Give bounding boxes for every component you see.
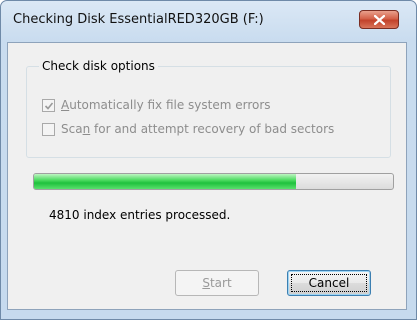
- progress-fill: [34, 174, 297, 189]
- start-button[interactable]: Start: [175, 270, 259, 296]
- progress-bar: [33, 173, 394, 190]
- scan-sectors-label: Scan for and attempt recovery of bad sec…: [61, 122, 335, 136]
- group-label: Check disk options: [39, 59, 158, 73]
- scan-sectors-option[interactable]: Scan for and attempt recovery of bad sec…: [42, 121, 334, 137]
- status-text: 4810 index entries processed.: [49, 208, 231, 222]
- window-title: Checking Disk EssentialRED320GB (F:): [13, 12, 264, 27]
- focus-rectangle: [291, 274, 367, 292]
- cancel-button[interactable]: Cancel: [287, 270, 371, 296]
- close-button[interactable]: [359, 10, 399, 29]
- checkmark-icon: [44, 101, 54, 110]
- auto-fix-option[interactable]: Automatically fix file system errors: [42, 97, 271, 113]
- scan-sectors-checkbox[interactable]: [42, 122, 55, 136]
- auto-fix-checkbox[interactable]: [42, 98, 55, 112]
- title-bar[interactable]: Checking Disk EssentialRED320GB (F:): [1, 1, 416, 41]
- auto-fix-label: Automatically fix file system errors: [61, 98, 271, 112]
- close-icon: [374, 15, 385, 25]
